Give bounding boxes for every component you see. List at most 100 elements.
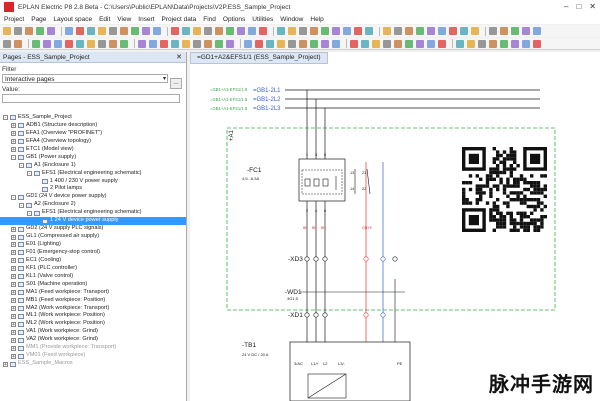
- toolbar-button-icon[interactable]: [449, 27, 457, 35]
- toolbar-button-icon[interactable]: [204, 39, 212, 48]
- toolbar-button-icon[interactable]: [354, 27, 362, 35]
- toolbar-button-icon[interactable]: [489, 39, 497, 48]
- toolbar-button-icon[interactable]: [182, 39, 190, 48]
- tree-node[interactable]: - EFS1 (Electrical engineering schematic): [0, 170, 186, 178]
- menu-project-data[interactable]: Project data: [162, 16, 197, 23]
- toolbar-button-icon[interactable]: [383, 27, 391, 35]
- expand-icon[interactable]: +: [11, 305, 16, 311]
- toolbar-button-icon[interactable]: [321, 27, 329, 35]
- tree-node[interactable]: + MA2 (Work workpiece: Transport): [0, 305, 186, 313]
- toolbar-button-icon[interactable]: [248, 27, 256, 35]
- tree-node[interactable]: 2 Pilot lamps: [0, 185, 186, 193]
- tree-node[interactable]: + VA1 (Work workpiece: Grind): [0, 328, 186, 336]
- toolbar-button-icon[interactable]: [138, 39, 146, 48]
- document-tab[interactable]: =GD1+A2&EFS1/1 (ESS_Sample_Project): [190, 52, 328, 64]
- close-icon[interactable]: ✕: [589, 2, 596, 11]
- tree-node[interactable]: - GB1 (Power supply): [0, 154, 186, 162]
- tree-node[interactable]: + MM1 (Provide workpiece: Transport): [0, 344, 186, 352]
- tree-node[interactable]: + KL1 (Valve control): [0, 273, 186, 281]
- toolbar-button-icon[interactable]: [427, 27, 435, 35]
- toolbar-button-icon[interactable]: [54, 39, 62, 48]
- toolbar-button-icon[interactable]: [350, 39, 358, 48]
- tree-node[interactable]: + VM01 (Feed workpiece): [0, 352, 186, 360]
- toolbar-button-icon[interactable]: [416, 39, 424, 48]
- toolbar-button-icon[interactable]: [383, 39, 391, 48]
- toolbar-button-icon[interactable]: [255, 39, 263, 48]
- toolbar-button-icon[interactable]: [226, 27, 234, 35]
- expand-icon[interactable]: +: [11, 147, 16, 153]
- toolbar-button-icon[interactable]: [193, 27, 201, 35]
- tree-node[interactable]: - A1 (Enclosure 1): [0, 162, 186, 170]
- tree-node[interactable]: - EFS1 (Electrical engineering schematic): [0, 209, 186, 217]
- tree-node[interactable]: 1 24 V device power supply: [0, 217, 186, 226]
- toolbar-button-icon[interactable]: [332, 39, 340, 48]
- tree-node[interactable]: + ESS_Sample_Macros: [0, 360, 186, 368]
- toolbar-button-icon[interactable]: [489, 27, 497, 35]
- toolbar-button-icon[interactable]: [87, 39, 95, 48]
- toolbar-button-icon[interactable]: [394, 39, 402, 48]
- toolbar-button-icon[interactable]: [237, 27, 245, 35]
- ref-text[interactable]: =GB1+A1-EFS1/1.9: [210, 87, 248, 92]
- toolbar-button-icon[interactable]: [25, 27, 33, 35]
- collapse-icon[interactable]: -: [3, 115, 8, 121]
- collapse-icon[interactable]: -: [27, 210, 32, 216]
- tree-node[interactable]: + ADB1 (Structure description): [0, 122, 186, 130]
- toolbar-button-icon[interactable]: [204, 27, 212, 35]
- toolbar-button-icon[interactable]: [438, 27, 446, 35]
- tree-node[interactable]: + ML1 (Work workpiece: Position): [0, 312, 186, 320]
- toolbar-button-icon[interactable]: [460, 27, 468, 35]
- expand-icon[interactable]: +: [11, 274, 16, 280]
- toolbar-button-icon[interactable]: [120, 27, 128, 35]
- expand-icon[interactable]: +: [11, 266, 16, 272]
- toolbar-button-icon[interactable]: [394, 27, 402, 35]
- toolbar-button-icon[interactable]: [193, 39, 201, 48]
- toolbar-button-icon[interactable]: [405, 39, 413, 48]
- toolbar-button-icon[interactable]: [226, 39, 234, 48]
- menu-page[interactable]: Page: [31, 16, 46, 23]
- tree-node[interactable]: + KF1 (PLC controller): [0, 265, 186, 273]
- toolbar-button-icon[interactable]: [427, 39, 435, 48]
- wire-label[interactable]: =GB1-2L1: [253, 88, 281, 94]
- filter-more-button[interactable]: …: [170, 78, 182, 89]
- toolbar-button-icon[interactable]: [215, 27, 223, 35]
- toolbar-button-icon[interactable]: [310, 39, 318, 48]
- toolbar-button-icon[interactable]: [36, 27, 44, 35]
- expand-icon[interactable]: +: [11, 226, 16, 232]
- ref-text[interactable]: =GB1+A1-EFS1/1.9: [210, 106, 248, 111]
- toolbar-button-icon[interactable]: [438, 39, 446, 48]
- expand-icon[interactable]: +: [11, 123, 16, 129]
- toolbar-button-icon[interactable]: [288, 39, 296, 48]
- tree-node[interactable]: + ETC1 (Model view): [0, 146, 186, 154]
- tree-node[interactable]: + VA2 (Work workpiece: Grind): [0, 336, 186, 344]
- tree-node[interactable]: + MA1 (Feed workpiece: Transport): [0, 289, 186, 297]
- expand-icon[interactable]: +: [11, 242, 16, 248]
- tree-node[interactable]: + GD2 (24 V supply PLC signals): [0, 225, 186, 233]
- expand-icon[interactable]: +: [11, 250, 16, 256]
- toolbar-button-icon[interactable]: [87, 27, 95, 35]
- collapse-icon[interactable]: -: [19, 202, 24, 208]
- toolbar-button-icon[interactable]: [467, 39, 475, 48]
- minimize-icon[interactable]: –: [564, 2, 568, 11]
- toolbar-button-icon[interactable]: [471, 27, 479, 35]
- toolbar-button-icon[interactable]: [47, 27, 55, 35]
- toolbar-button-icon[interactable]: [98, 27, 106, 35]
- expand-icon[interactable]: +: [11, 337, 16, 343]
- value-input[interactable]: [2, 94, 180, 103]
- toolbar-button-icon[interactable]: [76, 27, 84, 35]
- menu-find[interactable]: Find: [203, 16, 216, 23]
- toolbar-button-icon[interactable]: [65, 39, 73, 48]
- filter-select[interactable]: Interactive pages ▾: [2, 74, 168, 83]
- toolbar-button-icon[interactable]: [215, 39, 223, 48]
- menu-insert[interactable]: Insert: [138, 16, 154, 23]
- toolbar-button-icon[interactable]: [76, 39, 84, 48]
- toolbar-button-icon[interactable]: [310, 27, 318, 35]
- toolbar-button-icon[interactable]: [522, 39, 530, 48]
- menu-view[interactable]: View: [117, 16, 131, 23]
- toolbar-button-icon[interactable]: [361, 39, 369, 48]
- toolbar-button-icon[interactable]: [43, 39, 51, 48]
- toolbar-button-icon[interactable]: [416, 27, 424, 35]
- schematic-sheet[interactable]: =GB1+A1-EFS1/1.9 =GB1+A1-EFS1/1.9 =GB1+A…: [190, 64, 600, 401]
- tree-node[interactable]: - GD1 (24 V device power supply): [0, 193, 186, 201]
- menu-help[interactable]: Help: [310, 16, 323, 23]
- expand-icon[interactable]: +: [11, 258, 16, 264]
